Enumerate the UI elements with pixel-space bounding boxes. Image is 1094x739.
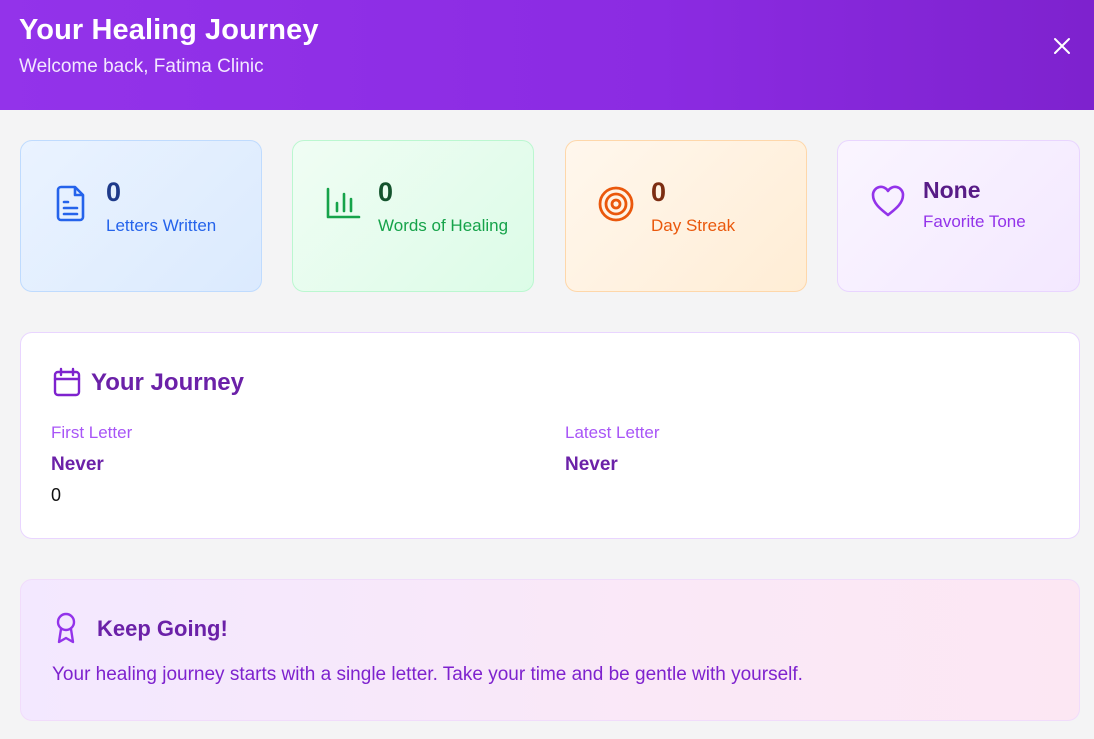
first-letter-label: First Letter — [51, 423, 133, 442]
award-icon — [56, 612, 76, 644]
stat-card-day-streak: 0 Day Streak — [565, 140, 807, 292]
letters-written-value: 0 — [106, 177, 122, 207]
first-letter-count: 0 — [51, 485, 62, 505]
close-icon — [1054, 38, 1070, 54]
encouragement-text: Your healing journey starts with a singl… — [52, 664, 803, 685]
encouragement-title: Keep Going! — [97, 616, 228, 641]
favorite-tone-label: Favorite Tone — [923, 212, 1026, 231]
stat-card-favorite-tone: None Favorite Tone — [837, 140, 1080, 292]
journey-panel: Your Journey First Letter Never 0 Latest… — [20, 332, 1080, 539]
calendar-icon — [53, 367, 81, 397]
dashboard-header: Your Healing Journey Welcome back, Fatim… — [0, 0, 1094, 110]
stat-card-letters-written: 0 Letters Written — [20, 140, 262, 292]
journey-title: Your Journey — [91, 369, 244, 396]
bar-chart-icon — [326, 187, 361, 219]
latest-letter-value: Never — [565, 454, 618, 475]
close-button[interactable] — [1048, 32, 1076, 60]
encouragement-panel: Keep Going! Your healing journey starts … — [20, 579, 1080, 721]
words-of-healing-value: 0 — [378, 177, 394, 207]
heart-icon — [871, 185, 905, 217]
words-of-healing-label: Words of Healing — [378, 216, 509, 235]
day-streak-label: Day Streak — [651, 216, 736, 235]
target-icon — [598, 186, 634, 222]
stat-card-words-of-healing: 0 Words of Healing — [292, 140, 534, 292]
letters-written-label: Letters Written — [106, 216, 217, 235]
document-icon — [56, 185, 85, 222]
day-streak-value: 0 — [651, 177, 667, 207]
favorite-tone-value: None — [923, 177, 981, 203]
welcome-subtitle: Welcome back, Fatima Clinic — [19, 56, 264, 77]
latest-letter-label: Latest Letter — [565, 423, 660, 442]
page-title: Your Healing Journey — [19, 14, 319, 46]
first-letter-value: Never — [51, 454, 104, 475]
